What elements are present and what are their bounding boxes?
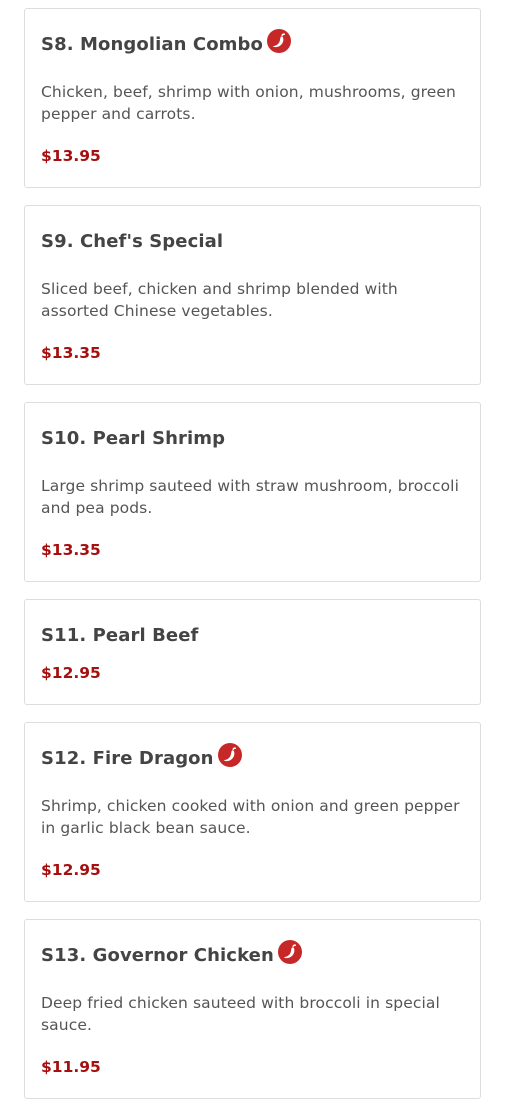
item-title-row: S10. Pearl Shrimp — [41, 423, 464, 453]
item-price: $13.35 — [41, 344, 101, 362]
item-price: $13.95 — [41, 147, 101, 165]
item-title-row: S11. Pearl Beef — [41, 620, 464, 650]
item-title: S8. Mongolian Combo — [41, 33, 263, 55]
item-price: $13.35 — [41, 541, 101, 559]
item-title-row: S12. Fire Dragon — [41, 743, 464, 773]
spicy-pepper-icon — [277, 940, 302, 964]
item-description: Chicken, beef, shrimp with onion, mushro… — [41, 83, 456, 123]
spicy-pepper-icon — [267, 29, 291, 53]
item-title-row: S8. Mongolian Combo — [41, 29, 464, 59]
item-title: S11. Pearl Beef — [41, 624, 199, 646]
item-title: S12. Fire Dragon — [41, 747, 214, 769]
item-price: $12.95 — [41, 861, 101, 879]
item-title: S10. Pearl Shrimp — [41, 427, 226, 449]
item-description: Sliced beef, chicken and shrimp blended … — [41, 280, 398, 320]
menu-item-card[interactable]: S13. Governor Chicken Deep fried chicken… — [24, 919, 481, 1099]
menu-item-card[interactable]: S10. Pearl Shrimp Large shrimp sauteed w… — [24, 402, 481, 582]
item-price: $12.95 — [41, 664, 101, 682]
item-description: Shrimp, chicken cooked with onion and gr… — [41, 797, 460, 837]
item-price: $11.95 — [41, 1058, 101, 1076]
menu-item-card[interactable]: S9. Chef's Special Sliced beef, chicken … — [24, 205, 481, 385]
item-title: S9. Chef's Special — [41, 230, 224, 252]
menu-item-card[interactable]: S8. Mongolian Combo Chicken, beef, shrim… — [24, 8, 481, 188]
item-description: Large shrimp sauteed with straw mushroom… — [41, 477, 459, 517]
menu-item-card[interactable]: S12. Fire Dragon Shrimp, chicken cooked … — [24, 722, 481, 902]
item-title-row: S13. Governor Chicken — [41, 940, 464, 970]
spicy-pepper-icon — [217, 743, 242, 767]
menu-item-card[interactable]: S11. Pearl Beef $12.95 — [24, 599, 481, 705]
item-title-row: S9. Chef's Special — [41, 226, 464, 256]
item-title: S13. Governor Chicken — [41, 944, 274, 966]
item-description: Deep fried chicken sauteed with broccoli… — [41, 994, 440, 1034]
menu-item-list: S8. Mongolian Combo Chicken, beef, shrim… — [24, 8, 481, 1116]
